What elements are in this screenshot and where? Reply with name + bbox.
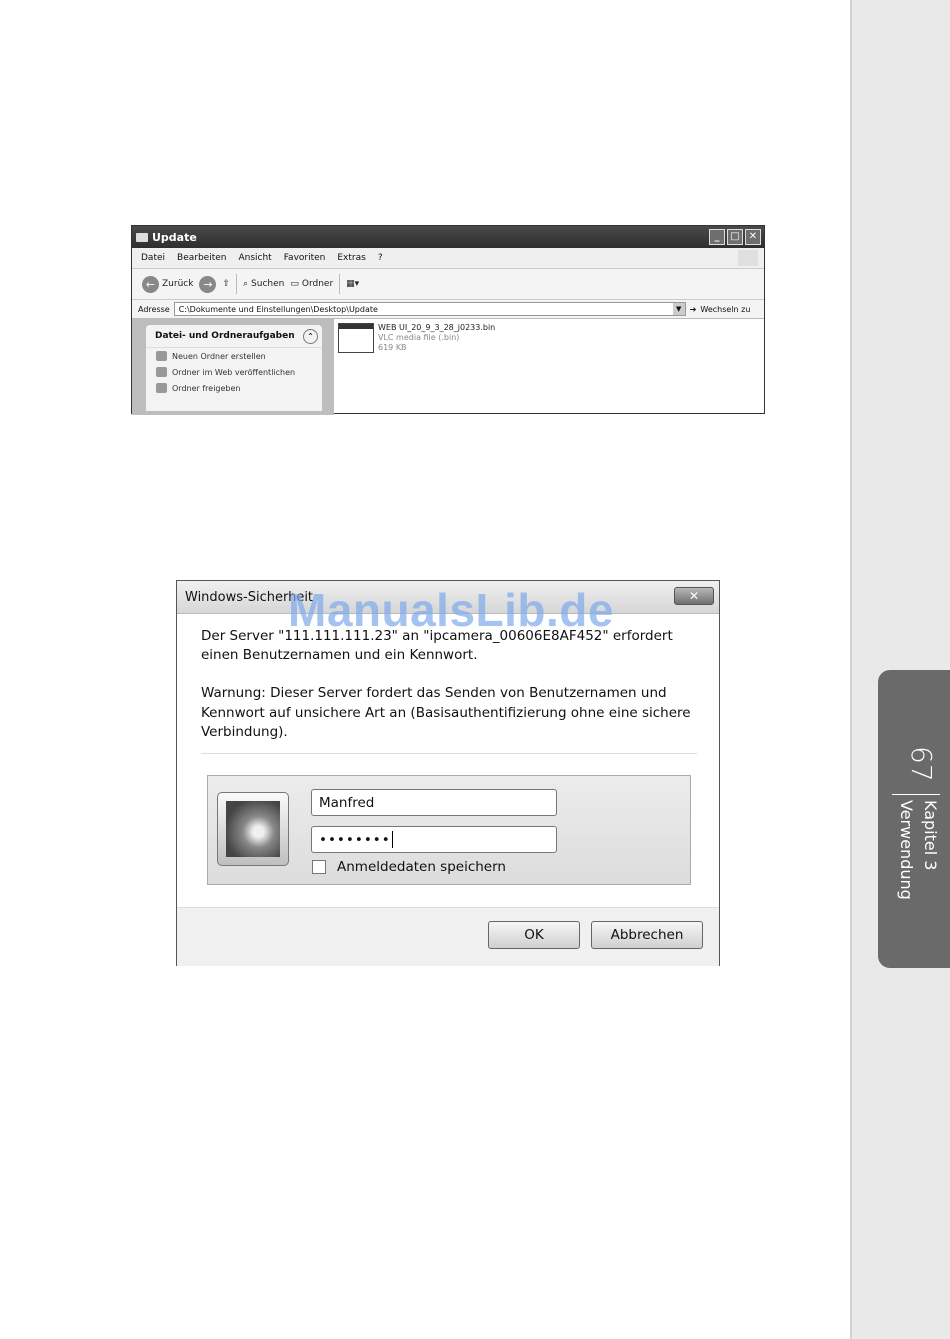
dialog-footer: OK Abbrechen	[177, 907, 719, 966]
explorer-title: Update	[152, 230, 197, 244]
go-label[interactable]: Wechseln zu	[700, 305, 750, 314]
folders-label: Ordner	[301, 279, 334, 289]
task-item-label: Neuen Ordner erstellen	[172, 351, 266, 361]
divider	[201, 753, 697, 754]
task-item-label: Ordner im Web veröffentlichen	[172, 367, 296, 377]
folders-icon: ▭	[290, 279, 299, 289]
collapse-icon[interactable]: ⌃	[303, 329, 318, 344]
up-folder-icon: ⇧	[222, 279, 230, 289]
cancel-button[interactable]: Abbrechen	[591, 921, 703, 949]
task-panel-header[interactable]: Datei- und Ordneraufgaben ⌃	[146, 325, 322, 348]
tab-divider	[892, 794, 940, 795]
user-tile-icon	[217, 792, 289, 866]
search-button[interactable]: ⌕ Suchen	[243, 279, 284, 289]
text-caret	[391, 831, 393, 848]
address-label: Adresse	[138, 304, 170, 314]
windows-logo-icon	[738, 250, 758, 266]
explorer-window: Update _ □ ✕ Datei Bearbeiten Ansicht Fa…	[131, 225, 765, 415]
file-item[interactable]: WEB UI_20_9_3_28_j0233.bin VLC media fil…	[338, 323, 495, 353]
task-item[interactable]: Ordner im Web veröffentlichen	[146, 364, 322, 380]
toolbar-separator	[235, 274, 237, 294]
task-item[interactable]: Ordner freigeben	[146, 380, 322, 396]
task-pane: Datei- und Ordneraufgaben ⌃ Neuen Ordner…	[132, 319, 334, 415]
task-panel-title: Datei- und Ordneraufgaben	[155, 331, 295, 341]
forward-arrow-icon: →	[199, 275, 217, 293]
chapter-label: Kapitel 3	[921, 800, 940, 871]
file-name: WEB UI_20_9_3_28_j0233.bin	[378, 323, 496, 332]
chapter-tab-text: 67 Kapitel 3 Verwendung	[878, 670, 950, 968]
menu-help[interactable]: ?	[378, 253, 383, 263]
file-icon	[338, 323, 374, 353]
password-value: ••••••••	[319, 831, 391, 848]
share-folder-icon	[156, 383, 167, 393]
file-type: VLC media file (.bin)	[378, 333, 460, 342]
chevron-down-icon[interactable]: ▼	[672, 303, 685, 315]
toolbar-separator	[339, 274, 341, 294]
dialog-warning: Warnung: Dieser Server fordert das Sende…	[201, 685, 691, 740]
explorer-titlebar: Update _ □ ✕	[132, 226, 764, 248]
flower-picture	[226, 801, 280, 857]
menu-datei[interactable]: Datei	[141, 253, 165, 263]
search-icon: ⌕	[242, 279, 249, 289]
explorer-toolbar: ← Zurück → ⇧ ⌕ Suchen ▭ Ordner ▦▾	[132, 269, 764, 300]
new-folder-icon	[156, 351, 167, 361]
password-input[interactable]: ••••••••	[311, 826, 557, 853]
remember-checkbox[interactable]	[312, 860, 326, 874]
minimize-button[interactable]: _	[709, 229, 725, 245]
remember-label[interactable]: Anmeldedaten speichern	[337, 859, 506, 875]
menu-ansicht[interactable]: Ansicht	[238, 253, 271, 263]
search-label: Suchen	[251, 279, 285, 289]
menu-extras[interactable]: Extras	[337, 253, 365, 263]
security-dialog: Windows-Sicherheit ✕ Der Server "111.111…	[176, 580, 720, 966]
credential-panel: Manfred •••••••• Anmeldedaten speichern	[207, 775, 691, 885]
explorer-body: Datei- und Ordneraufgaben ⌃ Neuen Ordner…	[132, 319, 764, 415]
ok-button[interactable]: OK	[488, 921, 580, 949]
address-input[interactable]: C:\Dokumente und Einstellungen\Desktop\U…	[173, 302, 686, 316]
views-icon: ▦▾	[346, 279, 360, 289]
file-size: 619 KB	[378, 343, 407, 352]
folders-button[interactable]: ▭ Ordner	[290, 279, 333, 289]
page-number: 67	[905, 746, 938, 782]
task-item-label: Ordner freigeben	[172, 383, 241, 393]
username-input[interactable]: Manfred	[311, 789, 557, 816]
watermark: ManualsLib.de	[288, 584, 614, 636]
task-panel: Datei- und Ordneraufgaben ⌃ Neuen Ordner…	[146, 325, 322, 411]
task-item[interactable]: Neuen Ordner erstellen	[146, 348, 322, 364]
up-folder-button[interactable]: ⇧	[222, 279, 230, 289]
close-icon[interactable]: ✕	[674, 587, 714, 605]
back-button[interactable]: ← Zurück	[142, 275, 194, 293]
folder-icon	[136, 232, 148, 242]
views-button[interactable]: ▦▾	[346, 279, 359, 289]
address-value: C:\Dokumente und Einstellungen\Desktop\U…	[178, 304, 378, 314]
maximize-button[interactable]: □	[727, 229, 743, 245]
go-arrow-icon[interactable]: ➔	[690, 305, 697, 314]
menu-favoriten[interactable]: Favoriten	[284, 253, 326, 263]
address-bar: Adresse C:\Dokumente und Einstellungen\D…	[132, 300, 764, 319]
close-button[interactable]: ✕	[745, 229, 761, 245]
back-arrow-icon: ←	[142, 275, 159, 293]
username-value: Manfred	[319, 794, 375, 811]
explorer-menubar: Datei Bearbeiten Ansicht Favoriten Extra…	[132, 248, 764, 269]
menu-bearbeiten[interactable]: Bearbeiten	[177, 253, 226, 263]
forward-button[interactable]: →	[199, 275, 217, 293]
web-publish-icon	[156, 367, 167, 377]
section-label: Verwendung	[897, 800, 916, 900]
back-label: Zurück	[162, 279, 194, 289]
